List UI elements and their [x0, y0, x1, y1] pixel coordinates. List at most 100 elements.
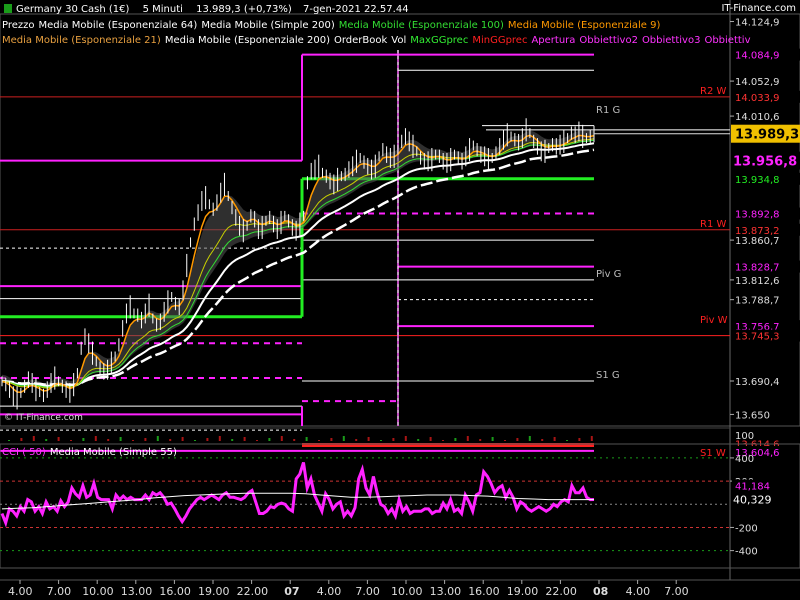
y-tick-label: 14.124,9 [735, 18, 780, 29]
volume-bar [392, 438, 395, 441]
volume-bar [156, 436, 159, 441]
volume-bar [516, 438, 519, 441]
volume-bar [194, 440, 196, 441]
x-tick-label: 4.00 [626, 585, 651, 598]
level-label: 13.828,7 [735, 263, 780, 274]
x-tick-label: 13.00 [121, 585, 153, 598]
current-price-label: 13.989,3 [735, 128, 799, 143]
legend-entry: Obbiettivo2 [579, 35, 638, 46]
volume-bar [57, 437, 60, 441]
volume-bar [429, 437, 432, 441]
cloud-band [2, 129, 594, 387]
brand-label: IT-Finance.com [721, 3, 796, 14]
legend-entry: Vol [391, 35, 407, 46]
volume-bar [479, 439, 482, 441]
legend-entry: Media Mobile (Simple 200) [201, 20, 335, 31]
volume-bar [342, 436, 345, 441]
volume-bar [132, 440, 134, 441]
x-tick-label: 22.00 [545, 585, 577, 598]
volume-bar [541, 439, 544, 441]
volume-bar [231, 439, 234, 441]
timestamp: 7-gen-2021 22.57.44 [302, 4, 409, 15]
level-label: 13.873,2 [735, 226, 780, 237]
x-tick-label: 19.00 [507, 585, 539, 598]
timeframe: 5 Minuti [142, 4, 183, 15]
volume-bar [417, 439, 420, 441]
pivot-label: S1 G [596, 370, 620, 381]
pivot-label: Piv G [596, 269, 621, 280]
legend-entry: MinGGprec [472, 35, 528, 46]
y-tick-label: 13.690,4 [735, 377, 780, 388]
volume-bar [256, 440, 258, 441]
volume-bar [169, 439, 172, 441]
x-tick-label: 16.00 [159, 585, 191, 598]
x-tick-label: 7.00 [664, 585, 689, 598]
time-axis: 4.00 7.00 10.00 13.00 16.00 19.00 22.00 07 4.00 7… [0, 579, 800, 598]
volume-bar [94, 436, 97, 441]
volume-bar [404, 436, 407, 441]
x-tick-label: 7.00 [355, 585, 380, 598]
cci-series-line [0, 462, 595, 528]
legend-entry: OrderBook [333, 35, 388, 46]
last-price: 13.989,3 (+0,73%) [196, 4, 292, 15]
volume-bar [293, 439, 296, 441]
legend-entry: Prezzo [2, 20, 35, 31]
pivot-label: Piv W [700, 315, 728, 326]
legend-entry: CCI ( 50) [2, 447, 46, 458]
legend-entry: Media Mobile (Simple 55) [49, 447, 177, 458]
cci-panel: 400200-200-40041,18440,329 [0, 443, 800, 569]
chart-title-row: Germany 30 Cash (1€) 5 Minuti 13.989,3 (… [4, 3, 413, 16]
volume-bar [566, 440, 568, 441]
legend-entry: Media Mobile (Esponenziale 64) [38, 20, 198, 31]
legend-entry: Apertura [531, 35, 576, 46]
volume-bar [181, 437, 184, 441]
y-tick-label: 14.052,9 [735, 77, 780, 88]
volume-bar [218, 436, 221, 441]
volume-bar [8, 440, 10, 441]
indicator-legend-row-1: Prezzo Media Mobile (Esponenziale 64) Medi… [2, 19, 664, 32]
price-panel: 14.124,9 14.052,9 14.010,6 13.860,7 13.812,6… [0, 0, 800, 580]
x-tick-label: 7.00 [47, 585, 72, 598]
ma-ema21-line [1, 138, 595, 389]
volume-bar [318, 440, 320, 441]
indicator-legend-row-2: Media Mobile (Esponenziale 21) Media Mobi… [2, 34, 755, 47]
legend-entry: Media Mobile (Esponenziale 9) [507, 20, 661, 31]
volume-bar [70, 440, 72, 441]
volume-bar [206, 438, 209, 441]
cci-tick-label: -200 [735, 523, 758, 534]
x-tick-label: 22.00 [237, 585, 269, 598]
y-tick-label: 13.788,7 [735, 296, 780, 307]
volume-bar [380, 440, 382, 441]
level-label: 14.033,9 [735, 93, 780, 104]
pivot-label: R2 W [700, 86, 726, 97]
level-label: 13.745,3 [735, 332, 780, 343]
x-tick-label: 4.00 [8, 585, 33, 598]
ma-ema9-line [1, 134, 595, 394]
volume-bar [504, 440, 506, 441]
volume-axis-label: 100 [735, 431, 754, 442]
volume-bar [119, 437, 122, 441]
level-label: 13.892,8 [735, 210, 780, 221]
volume-strip: 100 [0, 427, 754, 442]
legend-entry: MaxGGprec [410, 35, 469, 46]
volume-bar [280, 436, 283, 441]
x-tick-label: 08 [593, 585, 608, 598]
cci-tick-label: 400 [735, 454, 754, 465]
legend-entry: Obbiettivo3 [641, 35, 701, 46]
y-tick-label: 13.812,6 [735, 276, 780, 287]
pivot-label: R1 G [596, 105, 620, 116]
volume-bar [243, 437, 246, 441]
volume-bar [528, 436, 531, 441]
instrument-color-icon [4, 4, 12, 13]
watermark: © IT-Finance.com [4, 413, 83, 423]
instrument-name: Germany 30 Cash (1€) [16, 4, 130, 15]
volume-bar [355, 439, 358, 441]
cci-value-label: 41,184 [735, 482, 770, 493]
volume-bar [45, 439, 48, 441]
x-tick-label: 13.00 [430, 585, 462, 598]
volume-bar [367, 437, 370, 441]
volume-bar [268, 438, 271, 441]
chart-canvas: 14.124,9 14.052,9 14.010,6 13.860,7 13.812,6… [0, 0, 800, 598]
level-label: 14.084,9 [735, 51, 780, 62]
volume-bar [491, 437, 494, 441]
